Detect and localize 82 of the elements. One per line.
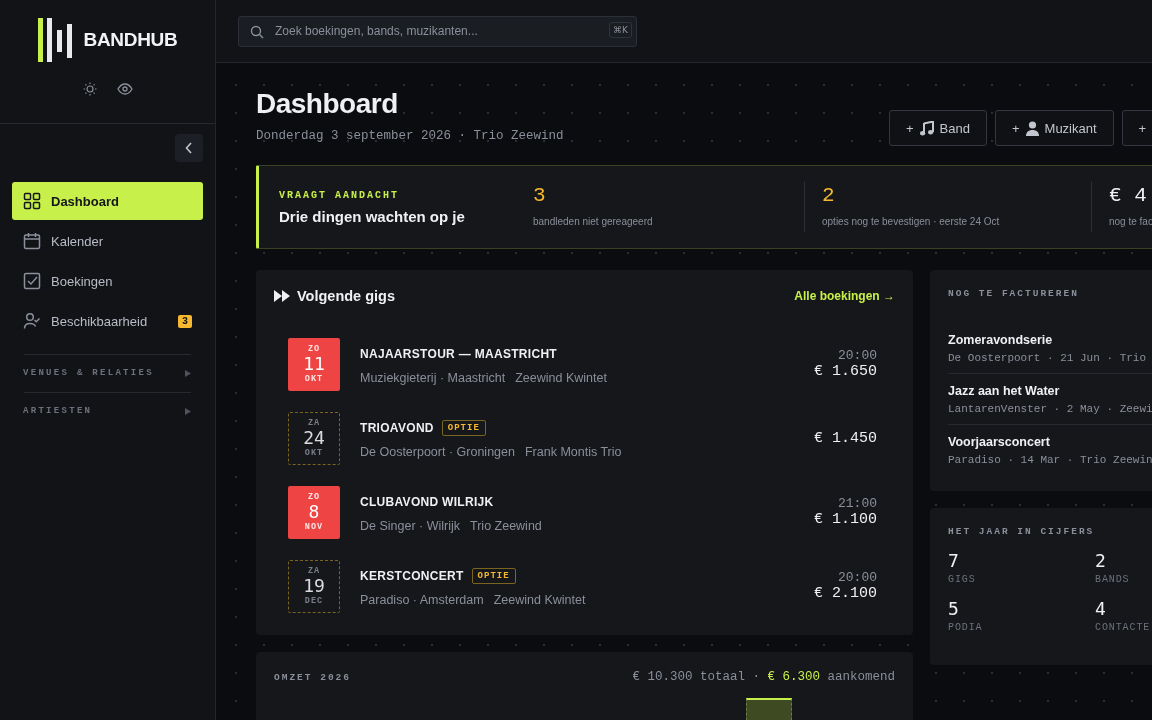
triangle-icon (185, 407, 191, 415)
sun-icon[interactable] (82, 82, 97, 96)
music-note-icon (919, 120, 934, 136)
chevron-left-icon (185, 142, 193, 154)
band-name: Zeewind Kwintet (493, 592, 586, 607)
date-tile: ZO 8 NOV (288, 485, 340, 539)
gig-venue: De Singer · Wilrijk (360, 518, 460, 533)
gig-title: TRIOAVOND (360, 420, 434, 435)
attention-label: bandleden niet gereageerd (533, 216, 654, 227)
attention-label: nog te fac (1109, 216, 1152, 227)
invoice-title: Voorjaarsconcert (948, 435, 1051, 449)
invoice-meta: LantarenVenster · 2 May · Zeewi (948, 403, 1152, 415)
date-tile: ZA 24 OKT (288, 411, 340, 465)
stat-label: BANDS (1095, 574, 1131, 585)
checkbox-icon (23, 272, 41, 290)
nav-section-toggle[interactable]: ARTIESTEN (23, 393, 191, 430)
attention-value: 2 (822, 183, 836, 209)
gig-fee: € 1.450 (814, 429, 877, 447)
gig-title: CLUBAVOND WILRIJK (360, 494, 494, 509)
attention-title: Drie dingen wachten op je (279, 207, 466, 225)
gig-venue: Paradiso · Amsterdam (360, 592, 484, 607)
panel-title: Volgende gigs (297, 288, 396, 304)
collapse-button[interactable] (175, 134, 203, 162)
triangle-icon (185, 369, 191, 377)
gig-time: 21:00 (838, 496, 877, 511)
add-button[interactable]: + (1121, 110, 1152, 146)
stat-label: PODIA (948, 622, 984, 633)
gig-fee: € 2.100 (814, 585, 877, 602)
add-button[interactable]: + Muzikant (994, 110, 1114, 146)
person-icon (1025, 120, 1039, 136)
gig-time: 20:00 (838, 570, 877, 585)
fast-forward-icon (274, 290, 290, 302)
date-tile: ZA 19 DEC (288, 559, 340, 613)
search-icon (250, 24, 264, 39)
grid-icon (23, 192, 41, 210)
attention-value: € 4 (1109, 183, 1148, 209)
gig-fee: € 1.650 (814, 363, 877, 380)
invoice-meta: Paradiso · 14 Mar · Trio Zeewin (948, 454, 1152, 466)
nav-item[interactable]: Kalender (12, 222, 203, 260)
stat-label: CONTACTE (1095, 622, 1152, 633)
stat-value: 5 (948, 599, 960, 619)
add-button[interactable]: + Band (889, 110, 987, 146)
user-check-icon (23, 312, 41, 330)
count-badge: 3 (178, 314, 192, 328)
nav-item[interactable]: Boekingen (12, 262, 203, 300)
band-name: Trio Zeewind (470, 518, 542, 533)
band-name: Frank Montis Trio (524, 444, 622, 459)
gig-venue: Muziekgieterij · Maastricht (360, 370, 506, 385)
brand-name: BANDHUB (83, 29, 178, 51)
logo-bars-icon (37, 18, 74, 62)
revenue-summary: € 10.300 totaal · € 6.300 aankomend (632, 670, 895, 684)
invoice-title: Zomeravondserie (948, 333, 1054, 347)
attention-label: opties nog te bevestigen · eerste 24 Oct (822, 216, 1001, 227)
all-bookings-link[interactable]: Alle boekingen → (794, 289, 895, 303)
stat-value: 7 (948, 551, 960, 571)
attention-eyebrow: VRAAGT AANDACHT (279, 189, 400, 201)
nav-item[interactable]: Dashboard (12, 182, 203, 220)
panel-title: HET JAAR IN CIJFERS (948, 526, 1096, 539)
stat-label: GIGS (948, 574, 977, 585)
panel-title: OMZET 2026 (274, 671, 351, 683)
stat-value: 4 (1095, 599, 1107, 619)
band-name: Zeewind Kwintet (515, 370, 607, 385)
calendar-icon (23, 232, 41, 250)
attention-value: 3 (533, 183, 547, 209)
gig-fee: € 1.100 (814, 511, 877, 528)
gig-time: 20:00 (838, 348, 877, 363)
page-subtitle: Donderdag 3 september 2026 · Trio Zeewind (256, 129, 565, 143)
panel-title: NOG TE FACTUREREN (948, 288, 1080, 301)
gig-title: KERSTCONCERT (360, 568, 464, 583)
invoice-meta: De Oosterpoort · 21 Jun · Trio (948, 352, 1148, 364)
option-tag: OPTIE (441, 419, 486, 436)
option-tag: OPTIE (471, 567, 516, 584)
gig-venue: De Oosterpoort · Groningen (360, 444, 515, 459)
stat-value: 2 (1095, 551, 1107, 571)
eye-icon[interactable] (116, 83, 133, 95)
gig-title: NAJAARSTOUR — MAASTRICHT (360, 346, 557, 361)
shortcut-key: ⌘K (609, 21, 632, 38)
nav-item[interactable]: Beschikbaarheid 3 (12, 302, 203, 340)
invoice-title: Jazz aan het Water (948, 384, 1061, 398)
nav-section-toggle[interactable]: VENUES & RELATIES (23, 355, 191, 392)
page-title: Dashboard (256, 87, 399, 121)
date-tile: ZO 11 OKT (288, 337, 340, 391)
